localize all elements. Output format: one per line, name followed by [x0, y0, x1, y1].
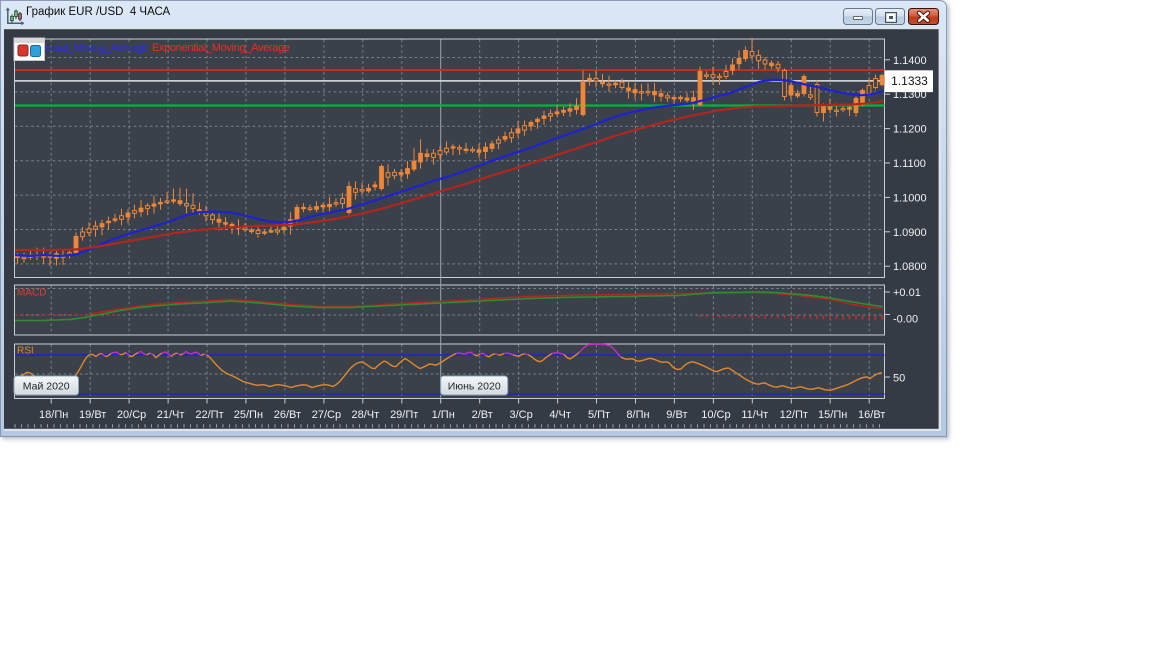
svg-text:1.0800: 1.0800 [893, 261, 927, 273]
svg-text:Июнь 2020: Июнь 2020 [448, 380, 501, 392]
svg-text:10/Ср: 10/Ср [701, 409, 730, 421]
svg-text:MACD: MACD [17, 287, 46, 298]
svg-text:5/Пт: 5/Пт [588, 409, 610, 421]
svg-text:+0.01: +0.01 [893, 287, 921, 299]
svg-text:Exponential_Moving_Average: Exponential_Moving_Average [152, 42, 290, 54]
svg-text:28/Чт: 28/Чт [351, 409, 379, 421]
svg-text:ential_Moving_Average: ential_Moving_Average [45, 42, 148, 54]
svg-text:2/Вт: 2/Вт [472, 409, 493, 421]
svg-text:11/Чт: 11/Чт [741, 409, 768, 421]
svg-text:22/Пт: 22/Пт [195, 409, 223, 421]
svg-text:26/Вт: 26/Вт [274, 409, 301, 421]
svg-text:16/Вт: 16/Вт [858, 409, 885, 421]
svg-text:1.1100: 1.1100 [893, 158, 926, 170]
svg-text:27/Ср: 27/Ср [312, 409, 341, 421]
svg-text:3/Ср: 3/Ср [509, 409, 532, 421]
svg-text:1.0900: 1.0900 [893, 226, 927, 238]
svg-text:20/Ср: 20/Ср [117, 409, 146, 421]
svg-text:25/Пн: 25/Пн [234, 409, 263, 421]
svg-text:-0.00: -0.00 [893, 313, 918, 325]
svg-text:1.1333: 1.1333 [891, 74, 928, 88]
svg-text:19/Вт: 19/Вт [79, 409, 106, 421]
svg-text:15/Пн: 15/Пн [818, 409, 847, 421]
svg-text:1.1000: 1.1000 [893, 192, 927, 204]
svg-text:8/Пн: 8/Пн [626, 409, 649, 421]
svg-text:1.1200: 1.1200 [893, 123, 927, 135]
svg-text:9/Вт: 9/Вт [666, 409, 687, 421]
svg-text:4/Чт: 4/Чт [549, 409, 571, 421]
svg-text:1.1400: 1.1400 [893, 54, 927, 66]
svg-text:1/Пн: 1/Пн [432, 409, 455, 421]
svg-text:50: 50 [893, 372, 905, 384]
svg-text:29/Пт: 29/Пт [390, 409, 418, 421]
svg-text:12/Пт: 12/Пт [780, 409, 808, 421]
svg-text:18/Пн: 18/Пн [39, 409, 68, 421]
svg-text:RSI: RSI [17, 345, 34, 356]
svg-text:21/Чт: 21/Чт [157, 409, 185, 421]
svg-text:Май 2020: Май 2020 [23, 380, 70, 392]
